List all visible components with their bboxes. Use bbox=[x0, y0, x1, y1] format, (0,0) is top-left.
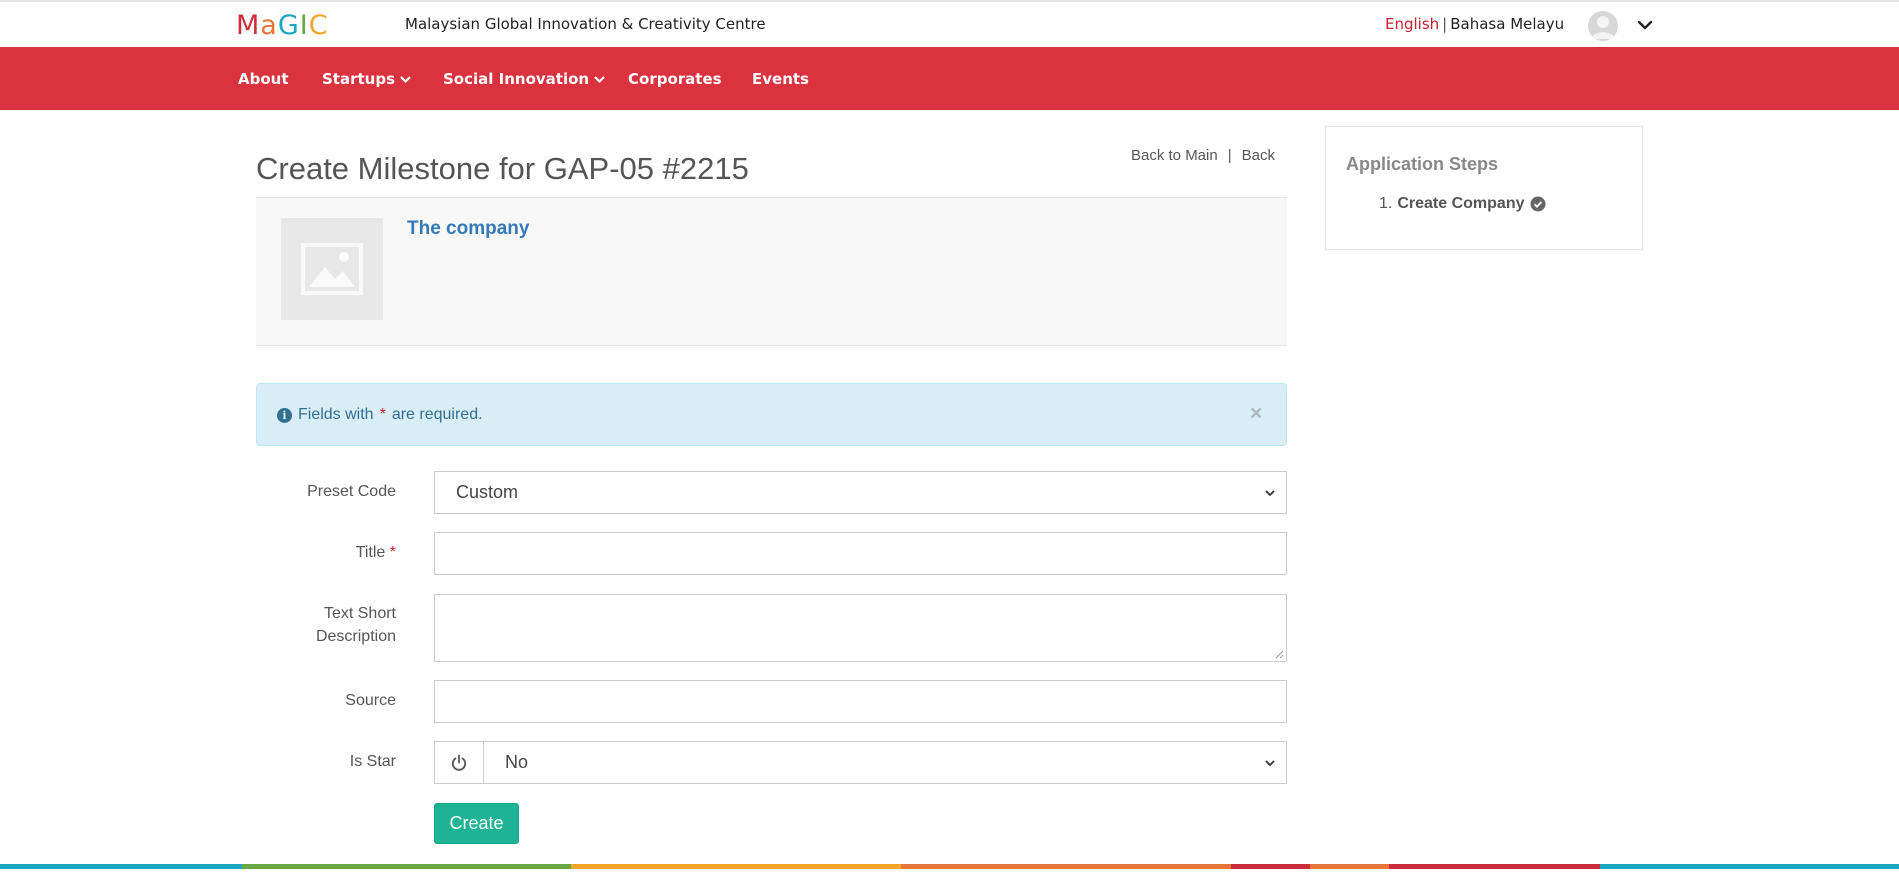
required-asterisk: * bbox=[389, 544, 396, 561]
nav-events[interactable]: Events bbox=[752, 70, 809, 88]
site-tagline: Malaysian Global Innovation & Creativity… bbox=[405, 15, 766, 33]
stripe-segment bbox=[1600, 864, 1899, 869]
lang-malay-link[interactable]: Bahasa Melayu bbox=[1450, 15, 1564, 33]
resize-grip-icon[interactable] bbox=[1274, 649, 1284, 659]
nav-events-label: Events bbox=[752, 70, 809, 88]
nav-about-label: About bbox=[238, 70, 289, 88]
company-panel: The company bbox=[256, 197, 1287, 346]
source-input[interactable] bbox=[434, 680, 1287, 723]
preset-code-label: Preset Code bbox=[307, 483, 396, 500]
alert-suffix: are required. bbox=[391, 406, 483, 423]
alert-asterisk: * bbox=[379, 406, 386, 423]
chevron-down-icon bbox=[400, 75, 411, 83]
bottom-color-stripe bbox=[0, 864, 1899, 869]
title-input[interactable] bbox=[434, 532, 1287, 575]
back-links: Back to Main | Back bbox=[1131, 147, 1275, 164]
stripe-segment bbox=[1310, 864, 1389, 869]
short-description-label-line1: Text Short bbox=[323, 605, 396, 622]
top-bar: MaGIC Malaysian Global Innovation & Crea… bbox=[0, 0, 1899, 47]
stripe-segment bbox=[1231, 864, 1310, 869]
title-label-text: Title bbox=[355, 544, 386, 561]
logo-wordmark: MaGIC bbox=[236, 10, 329, 41]
stripe-segment bbox=[1389, 864, 1600, 869]
is-star-select[interactable]: No bbox=[483, 741, 1287, 784]
user-avatar-icon[interactable] bbox=[1588, 11, 1618, 41]
nav-about[interactable]: About bbox=[238, 70, 289, 88]
info-icon: i bbox=[277, 407, 292, 423]
short-description-label: Text Short Description bbox=[256, 602, 396, 648]
page-title: Create Milestone for GAP-05 #2215 bbox=[256, 151, 749, 186]
required-fields-alert: i Fields with * are required. × bbox=[256, 383, 1287, 446]
back-to-main-link[interactable]: Back to Main bbox=[1131, 147, 1218, 164]
application-steps-panel: Application Steps 1. Create Company bbox=[1325, 126, 1643, 250]
alert-message: i Fields with * are required. bbox=[277, 406, 483, 424]
stripe-segment bbox=[901, 864, 1231, 869]
preset-code-select[interactable]: Custom bbox=[434, 471, 1287, 514]
image-placeholder-icon bbox=[281, 218, 383, 320]
create-button[interactable]: Create bbox=[434, 803, 519, 844]
nav-corporates[interactable]: Corporates bbox=[628, 70, 722, 88]
check-circle-icon bbox=[1530, 196, 1545, 212]
language-switcher: English | Bahasa Melayu bbox=[1385, 15, 1564, 33]
stripe-segment bbox=[0, 864, 242, 869]
chevron-down-icon[interactable] bbox=[1636, 16, 1654, 34]
nav-startups-label: Startups bbox=[322, 70, 396, 88]
main-navbar: About Startups Social Innovation Corpora… bbox=[0, 47, 1899, 110]
stripe-segment bbox=[242, 864, 571, 869]
chevron-down-icon bbox=[1265, 759, 1275, 766]
back-link[interactable]: Back bbox=[1242, 147, 1275, 164]
nav-startups[interactable]: Startups bbox=[322, 70, 412, 88]
preset-code-value: Custom bbox=[456, 482, 519, 502]
is-star-label: Is Star bbox=[349, 753, 396, 770]
company-name-link[interactable]: The company bbox=[407, 218, 529, 240]
stripe-segment bbox=[571, 864, 901, 869]
is-star-value: No bbox=[505, 752, 529, 772]
step-number: 1. bbox=[1379, 195, 1393, 212]
application-steps-title: Application Steps bbox=[1346, 154, 1499, 174]
alert-prefix: Fields with bbox=[298, 406, 374, 423]
power-icon bbox=[434, 741, 484, 784]
chevron-down-icon bbox=[1265, 489, 1275, 496]
step-label: Create Company bbox=[1397, 195, 1525, 212]
lang-english-link[interactable]: English bbox=[1385, 15, 1439, 33]
step-create-company[interactable]: 1. Create Company bbox=[1379, 195, 1546, 213]
nav-social-innovation-label: Social Innovation bbox=[443, 70, 590, 88]
short-description-textarea[interactable] bbox=[434, 594, 1287, 662]
nav-corporates-label: Corporates bbox=[628, 70, 722, 88]
back-links-separator: | bbox=[1227, 147, 1232, 164]
source-label: Source bbox=[345, 692, 396, 709]
magic-logo[interactable]: MaGIC bbox=[236, 12, 329, 40]
chevron-down-icon bbox=[594, 75, 605, 83]
nav-social-innovation[interactable]: Social Innovation bbox=[443, 70, 606, 88]
short-description-label-line2: Description bbox=[315, 628, 396, 645]
title-label: Title * bbox=[256, 541, 396, 564]
lang-separator: | bbox=[1442, 15, 1448, 33]
close-icon[interactable]: × bbox=[1250, 402, 1262, 426]
